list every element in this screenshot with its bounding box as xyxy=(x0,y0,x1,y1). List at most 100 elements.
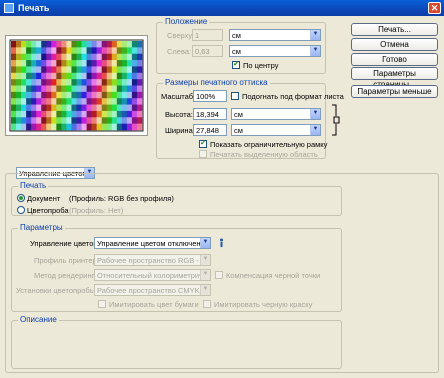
height-unit-select[interactable]: см ▼ xyxy=(231,108,321,120)
preview-swatch xyxy=(116,123,123,131)
document-profile: (Профиль: RGB без профиля) xyxy=(69,194,174,203)
simulate-paper-checkbox[interactable] xyxy=(98,300,106,308)
preview-swatch xyxy=(81,104,87,112)
preview-swatch xyxy=(56,79,62,86)
width-input[interactable]: 27,848 xyxy=(193,124,227,136)
preview-swatch xyxy=(36,66,42,74)
preview-swatch xyxy=(126,110,133,118)
preview-swatch xyxy=(61,53,67,61)
preview-swatch xyxy=(96,85,102,93)
page-setup-button[interactable]: Параметры страницы... xyxy=(351,67,438,89)
preview-swatch xyxy=(71,110,77,118)
fit-media-checkbox[interactable] xyxy=(231,92,239,100)
preview-swatch xyxy=(11,117,17,124)
preview-swatch xyxy=(66,60,72,67)
preview-swatch xyxy=(131,117,138,124)
preview-swatch xyxy=(61,72,67,80)
close-button[interactable]: ✕ xyxy=(428,2,441,14)
preview-swatch xyxy=(41,85,47,93)
cancel-button[interactable]: Отмена xyxy=(351,38,438,51)
preview-swatch xyxy=(46,60,52,67)
preview-swatch xyxy=(31,91,37,99)
position-group-title: Положение xyxy=(163,17,210,26)
preview-swatch xyxy=(36,117,42,124)
preview-swatch xyxy=(56,41,62,48)
preview-swatch xyxy=(121,110,128,118)
height-input[interactable]: 18,394 xyxy=(193,108,227,120)
top-input[interactable]: 1 xyxy=(192,29,223,41)
preview-swatch xyxy=(111,41,118,48)
info-icon[interactable] xyxy=(217,237,226,248)
preview-swatch xyxy=(76,117,82,124)
preview-swatch xyxy=(21,47,27,55)
preview-swatch xyxy=(16,41,22,48)
preview-swatch xyxy=(76,98,82,105)
rendering-intent-select[interactable]: Относительный колориметриче... ▼ xyxy=(94,269,211,281)
preview-swatch xyxy=(16,72,22,80)
preview-swatch xyxy=(101,53,108,61)
center-checkbox[interactable]: ✔ xyxy=(232,61,240,69)
preview-swatch xyxy=(131,47,138,55)
preview-swatch xyxy=(86,98,92,105)
preview-swatch xyxy=(16,91,22,99)
proof-radio[interactable] xyxy=(17,206,25,214)
options-group-title: Параметры xyxy=(18,223,65,232)
scale-input[interactable]: 100% xyxy=(193,90,227,102)
color-handling-select[interactable]: Управление цветом отключено ▼ xyxy=(94,237,211,249)
preview-swatch xyxy=(86,47,92,55)
preview-swatch xyxy=(126,85,133,93)
preview-swatch xyxy=(101,104,108,112)
preview-swatch xyxy=(61,117,67,124)
preview-swatch xyxy=(126,47,133,55)
simulate-black-checkbox[interactable] xyxy=(203,300,211,308)
preview-swatch xyxy=(31,104,37,112)
preview-swatch xyxy=(101,117,108,124)
top-unit-select[interactable]: см ▼ xyxy=(229,29,321,41)
title-bar: Печать ✕ xyxy=(0,0,444,16)
print-selection-checkbox[interactable] xyxy=(199,150,207,158)
left-input[interactable]: 0,63 xyxy=(192,45,223,57)
preview-swatch xyxy=(131,66,138,74)
preview-swatch xyxy=(131,123,138,131)
preview-swatch xyxy=(66,117,72,124)
preview-swatch xyxy=(91,66,97,74)
preview-swatch xyxy=(66,41,72,48)
link-icon[interactable] xyxy=(332,103,340,137)
document-radio[interactable] xyxy=(17,194,25,202)
printer-profile-select[interactable]: Рабочее пространство RGB - sR... ▼ xyxy=(94,254,211,266)
preview-swatch xyxy=(56,53,62,61)
done-button[interactable]: Готово xyxy=(351,53,438,66)
bounding-box-checkbox[interactable]: ✔ xyxy=(199,140,207,148)
width-unit-select[interactable]: см ▼ xyxy=(231,124,321,136)
preview-swatch xyxy=(136,41,143,48)
chevron-down-icon: ▼ xyxy=(310,30,320,40)
preview-swatch xyxy=(91,47,97,55)
preview-swatch xyxy=(61,110,67,118)
preview-swatch xyxy=(86,72,92,80)
print-button[interactable]: Печать... xyxy=(351,23,438,36)
preview-swatch xyxy=(61,98,67,105)
preview-swatch xyxy=(11,79,17,86)
preview-swatch xyxy=(96,104,102,112)
preview-swatch xyxy=(96,98,102,105)
preview-swatch xyxy=(126,53,133,61)
chevron-down-icon: ▼ xyxy=(200,238,210,248)
preview-swatch xyxy=(31,123,37,131)
fewer-options-button[interactable]: Параметры меньше xyxy=(351,85,438,98)
proof-setup-select[interactable]: Рабочее пространство CMYK ▼ xyxy=(94,284,211,296)
preview-swatch xyxy=(121,47,128,55)
preview-swatch xyxy=(41,104,47,112)
preview-swatch xyxy=(46,41,52,48)
preview-swatch xyxy=(96,91,102,99)
preview-swatch xyxy=(46,117,52,124)
preview-swatch xyxy=(86,91,92,99)
preview-swatch xyxy=(126,98,133,105)
bounding-box-label: Показать ограничительную рамку xyxy=(210,140,328,149)
preview-swatch xyxy=(51,123,57,131)
preview-swatch xyxy=(96,66,102,74)
black-point-checkbox[interactable] xyxy=(215,271,223,279)
preview-swatch xyxy=(26,110,32,118)
preview-swatch xyxy=(96,123,102,131)
preview-swatch xyxy=(121,85,128,93)
left-unit-select[interactable]: см ▼ xyxy=(229,45,321,57)
